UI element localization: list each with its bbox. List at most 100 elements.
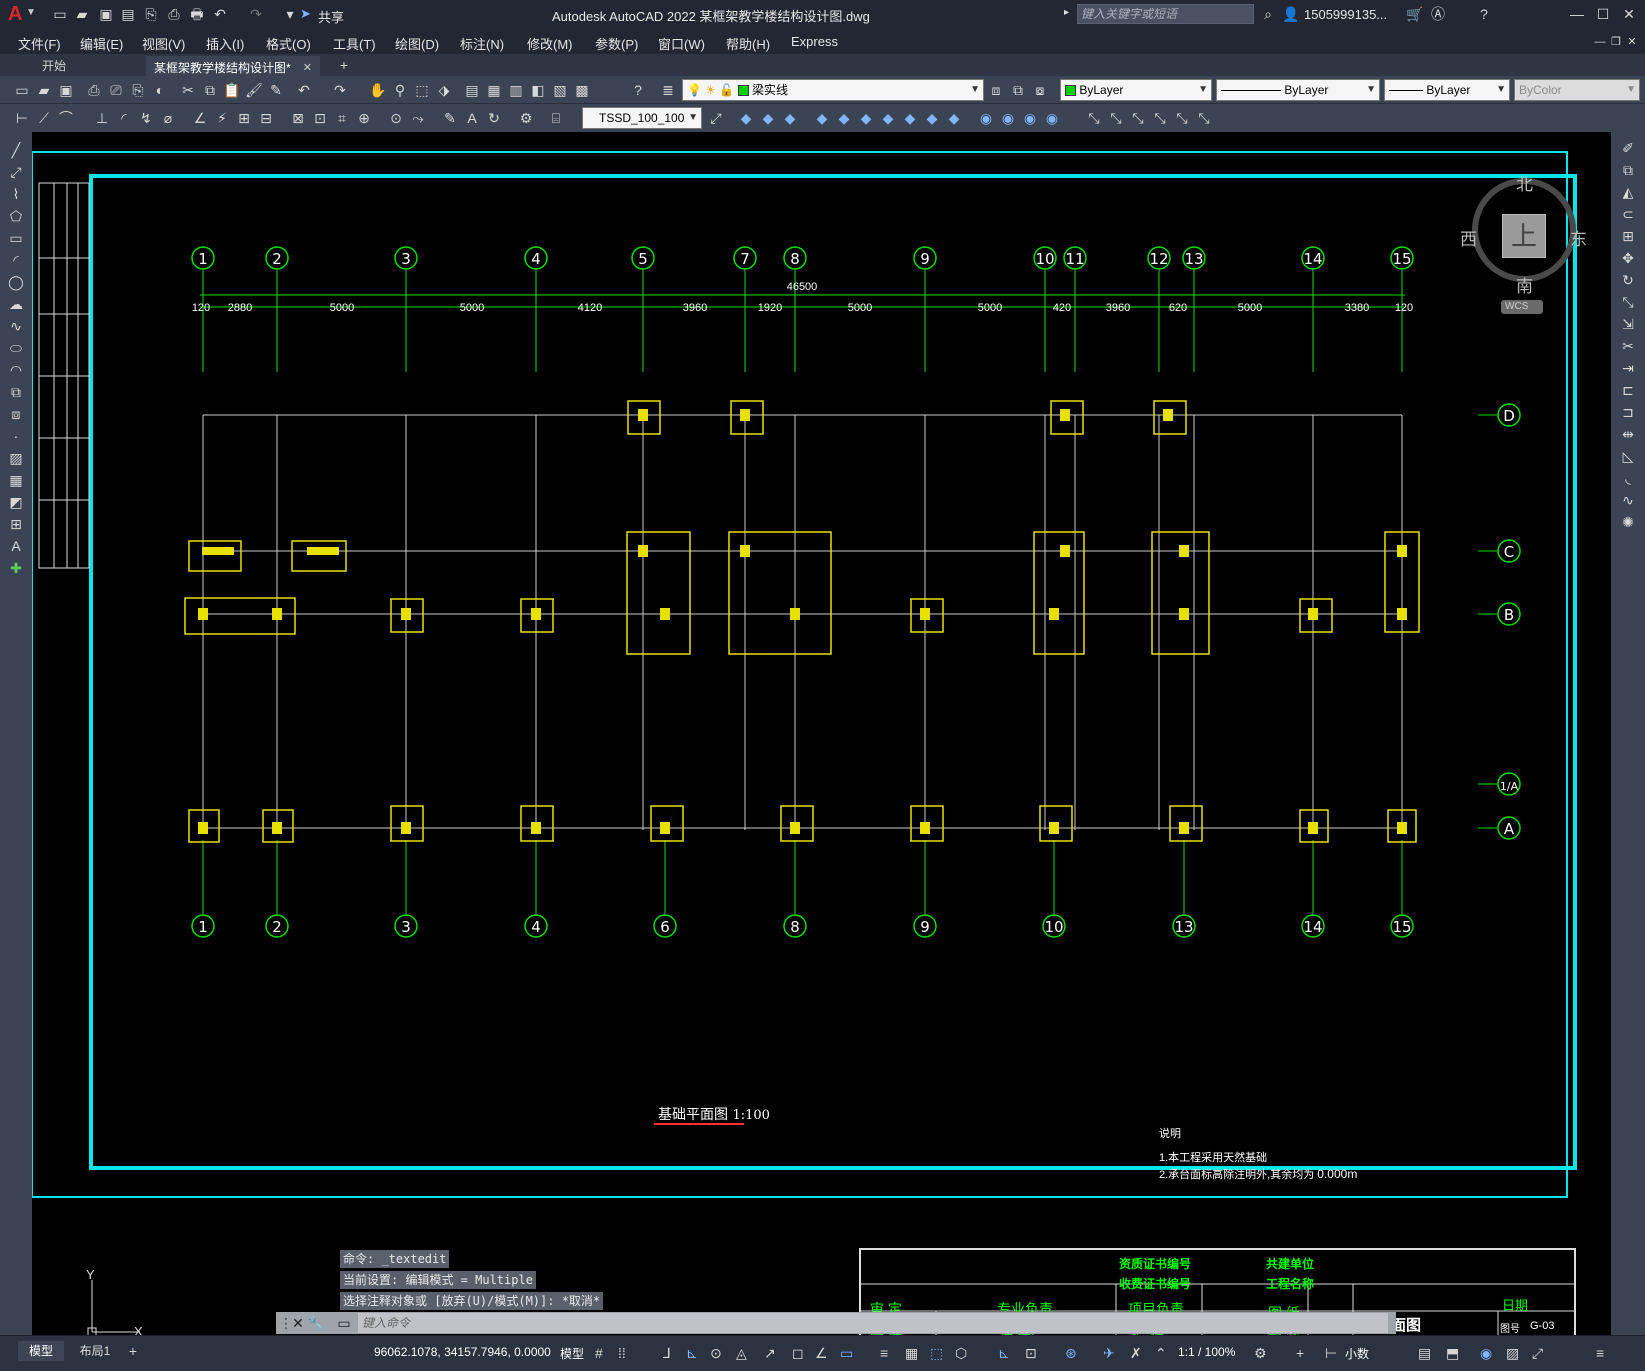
tb-center-mark-icon[interactable]: ⊕ (354, 108, 374, 128)
menu-modify[interactable]: 修改(M) (527, 34, 573, 53)
tb-ucs-icon[interactable]: ⤡ (1084, 108, 1104, 128)
annotation-scale[interactable]: 1:1 / 100% (1178, 1345, 1235, 1359)
customization-icon[interactable]: ≡ (1596, 1345, 1604, 1361)
wcs-menu[interactable]: WCS (1501, 300, 1543, 314)
autodesk-a360-icon[interactable]: Ⓐ (1428, 4, 1448, 24)
new-tab-plus-icon[interactable]: + (334, 55, 354, 75)
tb-layer-manager-icon[interactable]: ≣ (658, 80, 678, 100)
lineweight-dropdown[interactable]: ByLayer ▼ (1384, 79, 1510, 101)
tb-view-sw-icon[interactable]: ◆ (878, 108, 898, 128)
tb-ucs-world-icon[interactable]: ⤡ (1106, 108, 1126, 128)
modify-chamfer-icon[interactable]: ◺ (1618, 446, 1638, 466)
tab-start[interactable]: 开始 (24, 56, 144, 76)
grid-icon[interactable]: # (595, 1345, 603, 1361)
tab-model[interactable]: 模型 (18, 1341, 64, 1361)
command-close-icon[interactable]: ✕ (288, 1313, 308, 1333)
cart-icon[interactable]: 🛒 (1405, 4, 1425, 24)
tb-view-front-icon[interactable]: ◆ (834, 108, 854, 128)
modify-copy-icon[interactable]: ⧉ (1618, 160, 1638, 180)
tab-layout1[interactable]: 布局1 (68, 1341, 122, 1361)
tb-dim-ordinate-icon[interactable]: ⊥ (92, 108, 112, 128)
viewcube-north[interactable]: 北 (1516, 170, 1533, 195)
save-as-icon[interactable]: ▤ (118, 4, 138, 24)
tb-visual-style-icon[interactable]: ◉ (976, 108, 996, 128)
modify-move-icon[interactable]: ✥ (1618, 248, 1638, 268)
command-customize-icon[interactable]: 🔧 (306, 1313, 326, 1333)
tb-ucs-prev-icon[interactable]: ⤡ (1128, 108, 1148, 128)
tb-view-right-icon[interactable]: ◆ (812, 108, 832, 128)
draw-ellipse-icon[interactable]: ⬭ (6, 338, 26, 358)
menu-parametric[interactable]: 参数(P) (595, 34, 638, 53)
tb-layer-states-icon[interactable]: ⧇ (1030, 80, 1050, 100)
tb-calculator-icon[interactable]: ▩ (572, 80, 592, 100)
menu-edit[interactable]: 编辑(E) (80, 34, 123, 53)
tb-dim-angular-icon[interactable]: ∠ (190, 108, 210, 128)
tb-redo-icon[interactable]: ↷ (330, 80, 350, 100)
modify-offset-icon[interactable]: ⊂ (1618, 204, 1638, 224)
annotation-visibility-icon[interactable]: ⊡ (1025, 1345, 1037, 1362)
tb-undo-icon[interactable]: ↶ (294, 80, 314, 100)
plotstyle-dropdown[interactable]: ByColor ▼ (1514, 79, 1640, 101)
plot-icon[interactable]: 🖶 (187, 4, 207, 24)
customize-qat-icon[interactable]: ▾ (280, 4, 300, 24)
menu-draw[interactable]: 绘图(D) (395, 34, 439, 53)
tb-dim-diameter-icon[interactable]: ⌀ (158, 108, 178, 128)
tb-toolpalettes-icon[interactable]: ▥ (506, 80, 526, 100)
model-space-canvas[interactable]: 1 2 3 4 5 7 8 9 10 11 12 13 14 15 1 2 3 4 6 8 9 10 13 14 15 D C B 1/… (32, 132, 1611, 1355)
draw-arc-icon[interactable]: ◜ (6, 250, 26, 270)
tb-jogged-linear-icon[interactable]: ⤳ (408, 108, 428, 128)
minimize-icon[interactable]: — (1567, 4, 1587, 24)
maximize-icon[interactable]: ☐ (1593, 4, 1613, 24)
modify-fillet-icon[interactable]: ◟ (1618, 468, 1638, 488)
modify-scale-icon[interactable]: ⤡ (1618, 292, 1638, 312)
save-icon[interactable]: ▣ (96, 4, 116, 24)
draw-hatch-icon[interactable]: ▨ (6, 448, 26, 468)
tb-new-icon[interactable]: ▭ (12, 80, 32, 100)
help-icon[interactable]: ? (1474, 4, 1494, 24)
model-space-toggle[interactable]: 模型 (560, 1345, 584, 1362)
close-icon[interactable]: ✕ (1619, 4, 1639, 24)
tb-block-edit-icon[interactable]: ✎ (266, 80, 286, 100)
publish-icon[interactable]: ⎙ (164, 4, 184, 24)
tb-ucs-face-icon[interactable]: ⤡ (1150, 108, 1170, 128)
selection-filter-icon[interactable]: ⬡ (955, 1345, 967, 1362)
tb-markup-icon[interactable]: ▧ (550, 80, 570, 100)
dynamic-ucs-icon[interactable]: ⬚ (930, 1345, 943, 1362)
share-icon[interactable]: ➤ (300, 6, 311, 22)
tb-dim-jogged-icon[interactable]: ↯ (136, 108, 156, 128)
search-arrow-icon[interactable]: ▸ (1064, 7, 1069, 18)
tb-dim-aligned-icon[interactable]: ⟋ (34, 108, 54, 128)
tb-view-se-icon[interactable]: ◆ (900, 108, 920, 128)
tb-paste-icon[interactable]: 📋 (222, 80, 242, 100)
osnap-track-icon[interactable]: ↗ (764, 1345, 776, 1362)
draw-table-icon[interactable]: ⊞ (6, 514, 26, 534)
tb-ucs-view-icon[interactable]: ⤡ (1194, 108, 1214, 128)
draw-mtext-icon[interactable]: A (6, 536, 26, 556)
tb-dim-radius-icon[interactable]: ◜ (114, 108, 134, 128)
modify-join-icon[interactable]: ⇹ (1618, 424, 1638, 444)
tb-dimstyle-manager-icon[interactable]: ⤢ (706, 108, 726, 128)
draw-polyline-icon[interactable]: ⌇ (6, 184, 26, 204)
draw-point-icon[interactable]: · (6, 426, 26, 446)
tb-publish-icon[interactable]: ⎘ (128, 80, 148, 100)
tb-dim-text-edit-icon[interactable]: A (462, 108, 482, 128)
viewcube[interactable]: 上 北 南 西 东 (1460, 170, 1587, 296)
layer-on-icon[interactable]: 💡 (687, 83, 702, 97)
tb-dim-linear-icon[interactable]: ⊢ (12, 108, 32, 128)
lock-ui-icon[interactable]: ⬒ (1446, 1345, 1459, 1362)
draw-gradient-icon[interactable]: ▦ (6, 470, 26, 490)
command-recent-icon[interactable]: ▭ (334, 1313, 354, 1333)
tb-save-icon[interactable]: ▣ (56, 80, 76, 100)
draw-make-block-icon[interactable]: ⧈ (6, 404, 26, 424)
dimstyle-dropdown[interactable]: TSSD_100_100 ▼ (582, 107, 702, 129)
lineweight-icon[interactable]: ∠ (815, 1345, 828, 1362)
graphics-perf-icon[interactable]: ▨ (1506, 1345, 1519, 1362)
gizmo-icon[interactable]: ⊾ (998, 1345, 1010, 1362)
export-icon[interactable]: ⎘ (141, 4, 161, 24)
selection-cycling-icon[interactable]: ≡ (880, 1345, 888, 1361)
add-layout-icon[interactable]: + (123, 1341, 143, 1361)
layer-freeze-icon[interactable]: ☀ (705, 83, 716, 97)
tb-dim-update-icon[interactable]: ↻ (484, 108, 504, 128)
tb-help-icon[interactable]: ? (628, 80, 648, 100)
tb-inspection-icon[interactable]: ⊙ (386, 108, 406, 128)
